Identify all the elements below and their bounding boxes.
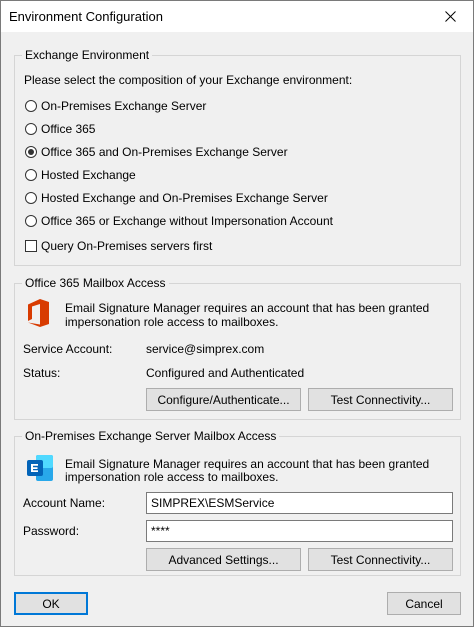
office-icon (28, 299, 49, 327)
office365-mailbox-access-group: Office 365 Mailbox Access Email Signatur… (14, 276, 461, 420)
office365-legend: Office 365 Mailbox Access (22, 276, 169, 291)
window-title: Environment Configuration (9, 9, 163, 24)
cancel-button[interactable]: Cancel (387, 592, 461, 615)
radio-hosted-and-on-premises[interactable]: Hosted Exchange and On-Premises Exchange… (25, 191, 328, 205)
account-name-field[interactable]: SIMPREX\ESMService (146, 492, 453, 514)
service-account-value: service@simprex.com (146, 342, 265, 356)
radio-label: Office 365 or Exchange without Impersona… (41, 214, 333, 228)
office365-description-line2: impersonation role access to mailboxes. (65, 315, 279, 329)
title-bar: Environment Configuration (1, 1, 473, 32)
exchange-environment-group: Exchange Environment Please select the c… (14, 48, 461, 266)
office365-test-connectivity-button[interactable]: Test Connectivity... (308, 388, 453, 411)
radio-label: Office 365 and On-Premises Exchange Serv… (41, 145, 288, 159)
advanced-settings-button[interactable]: Advanced Settings... (146, 548, 301, 571)
checkbox-label: Query On-Premises servers first (41, 239, 213, 253)
on-premises-description-line2: impersonation role access to mailboxes. (65, 470, 279, 484)
radio-without-impersonation[interactable]: Office 365 or Exchange without Impersona… (25, 214, 333, 228)
radio-on-premises[interactable]: On-Premises Exchange Server (25, 99, 206, 113)
radio-hosted-exchange[interactable]: Hosted Exchange (25, 168, 136, 182)
status-value: Configured and Authenticated (146, 366, 305, 380)
exchange-icon (27, 455, 53, 481)
radio-office-365-and-on-premises[interactable]: Office 365 and On-Premises Exchange Serv… (25, 145, 288, 159)
radio-indicator (25, 192, 37, 204)
on-premises-legend: On-Premises Exchange Server Mailbox Acce… (22, 429, 280, 444)
radio-label: Office 365 (41, 122, 96, 136)
office365-description-line1: Email Signature Manager requires an acco… (65, 301, 430, 315)
radio-indicator (25, 169, 37, 181)
close-button[interactable] (427, 1, 473, 32)
query-on-premises-checkbox[interactable]: Query On-Premises servers first (25, 239, 212, 253)
on-premises-test-connectivity-button[interactable]: Test Connectivity... (308, 548, 453, 571)
ok-button[interactable]: OK (14, 592, 88, 615)
radio-label: On-Premises Exchange Server (41, 99, 207, 113)
radio-office-365[interactable]: Office 365 (25, 122, 95, 136)
radio-indicator (25, 100, 37, 112)
on-premises-mailbox-access-group: On-Premises Exchange Server Mailbox Acce… (14, 429, 461, 576)
radio-indicator (25, 215, 37, 227)
radio-indicator (25, 123, 37, 135)
environment-prompt: Please select the composition of your Ex… (24, 73, 353, 87)
radio-indicator (25, 146, 37, 158)
configure-authenticate-button[interactable]: Configure/Authenticate... (146, 388, 301, 411)
radio-label: Hosted Exchange (41, 168, 136, 182)
password-field[interactable]: **** (146, 520, 453, 542)
radio-label: Hosted Exchange and On-Premises Exchange… (41, 191, 328, 205)
account-name-label: Account Name: (23, 496, 106, 510)
checkbox-indicator (25, 240, 37, 252)
password-label: Password: (23, 524, 80, 538)
status-label: Status: (23, 366, 61, 380)
environment-configuration-dialog: Environment Configuration Exchange Envir… (0, 0, 474, 627)
service-account-label: Service Account: (23, 342, 113, 356)
close-icon (444, 11, 456, 22)
exchange-environment-legend: Exchange Environment (22, 48, 153, 63)
